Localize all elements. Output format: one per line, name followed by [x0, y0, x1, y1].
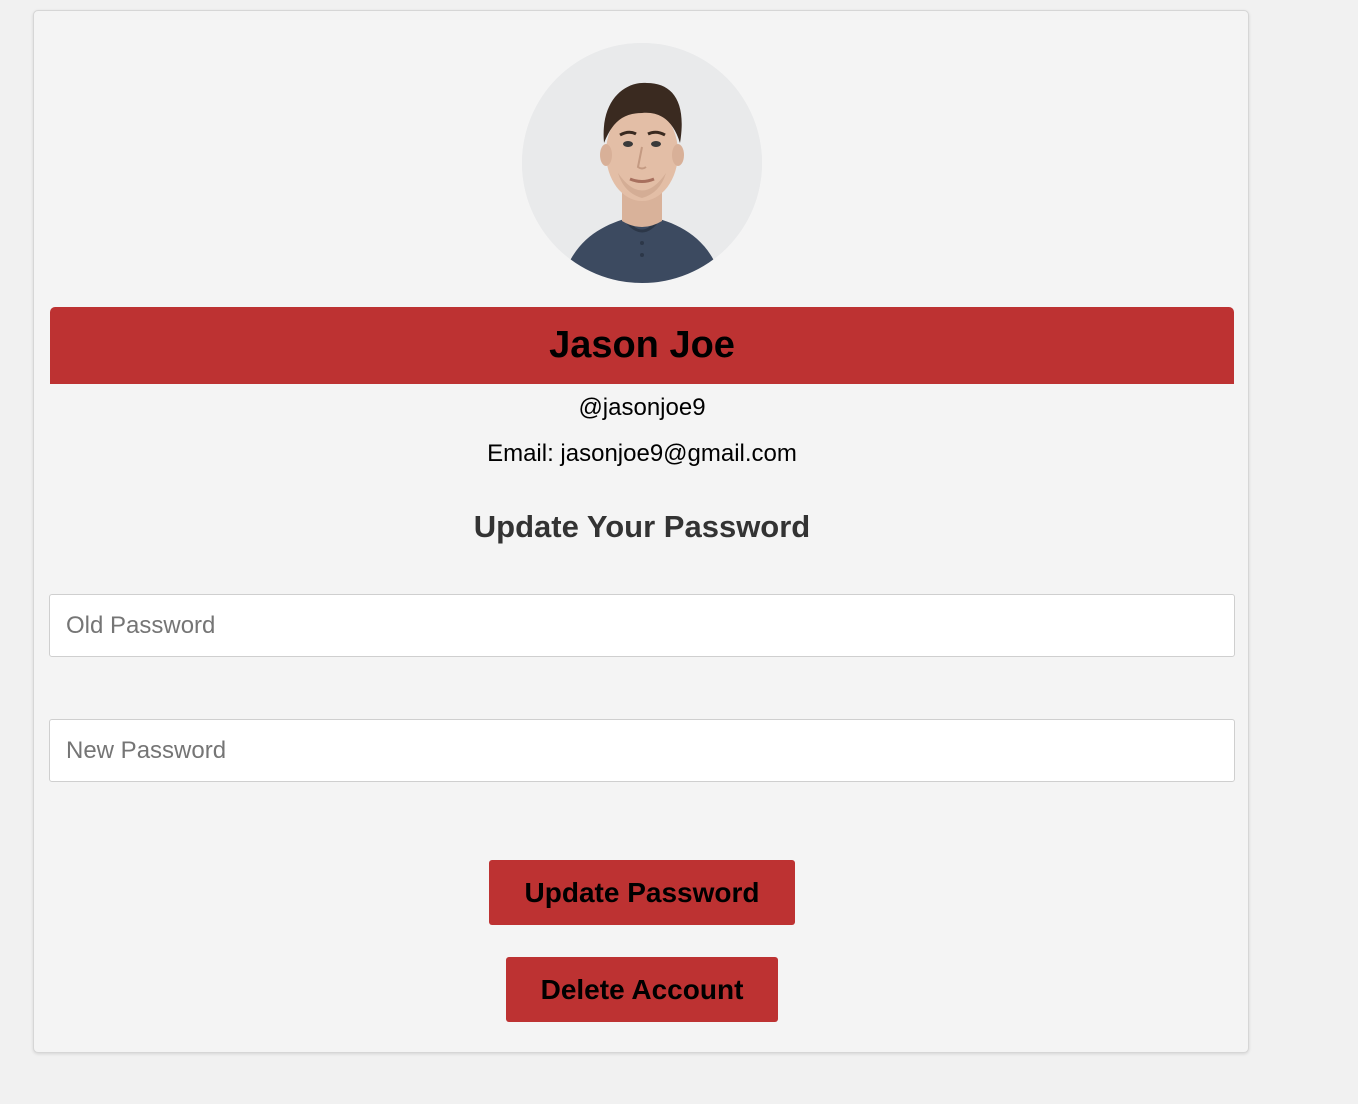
new-password-input[interactable] [49, 719, 1235, 782]
username: @jasonjoe9 [578, 394, 706, 421]
profile-photo [522, 43, 762, 283]
delete-account-button[interactable]: Delete Account [506, 957, 778, 1022]
old-password-input[interactable] [49, 594, 1235, 657]
profile-name: Jason Joe [549, 324, 735, 366]
section-title: Update Your Password [473, 509, 811, 544]
avatar [522, 43, 762, 283]
profile-card: Jason Joe @jasonjoe9 Email: jasonjoe9@gm… [33, 10, 1249, 1053]
update-password-button[interactable]: Update Password [489, 860, 795, 925]
name-banner: Jason Joe [50, 307, 1234, 384]
email-line: Email: jasonjoe9@gmail.com [487, 440, 797, 467]
